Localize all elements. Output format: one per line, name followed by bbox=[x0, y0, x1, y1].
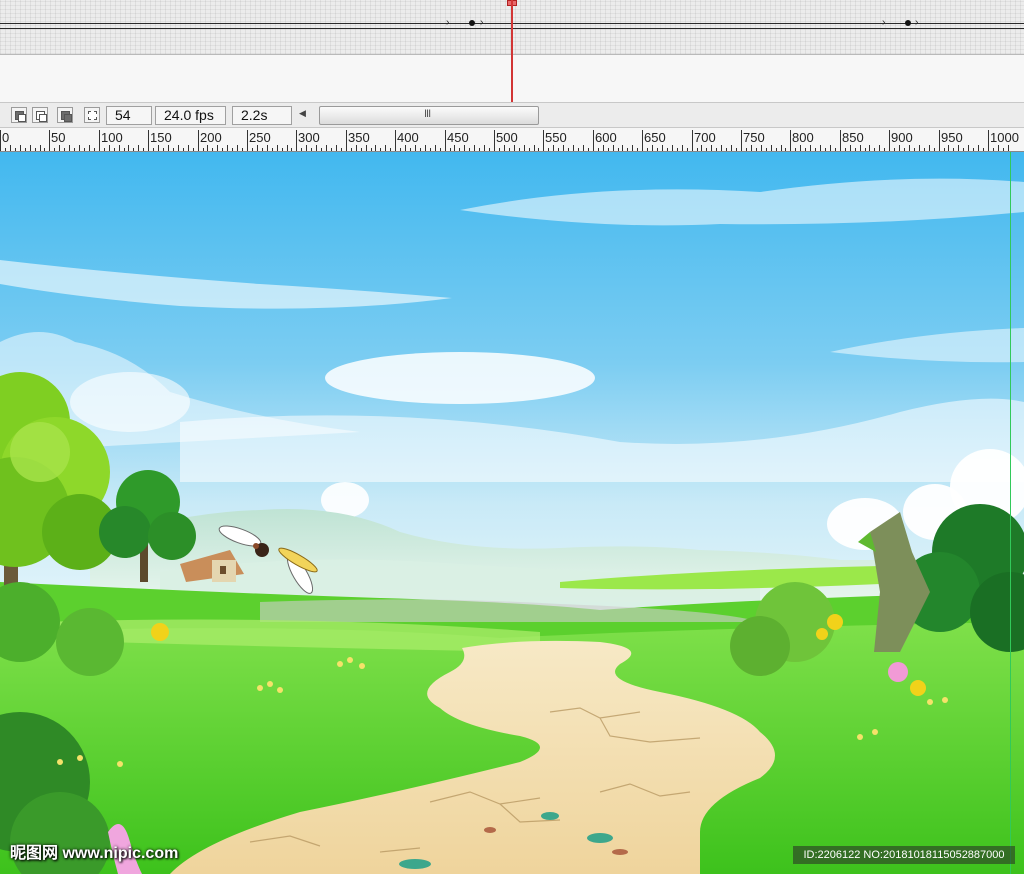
ruler-label: 650 bbox=[644, 130, 666, 145]
frame-rate-field[interactable]: 24.0 fps bbox=[155, 106, 226, 125]
watermark-id: ID:2206122 NO:20181018115052887000 bbox=[793, 846, 1015, 864]
edit-multiple-frames-icon-front bbox=[64, 114, 72, 122]
tween-arrow-icon: › bbox=[480, 17, 484, 28]
vertical-guide-line[interactable] bbox=[1010, 152, 1011, 874]
onion-skin-icon-front bbox=[18, 114, 26, 122]
ruler-label: 500 bbox=[496, 130, 518, 145]
ruler-label: 600 bbox=[595, 130, 617, 145]
ruler-label: 700 bbox=[694, 130, 716, 145]
modify-onion-markers-icon bbox=[88, 111, 97, 120]
timeline-scrollbar-thumb[interactable]: III bbox=[319, 106, 539, 125]
ruler-label: 550 bbox=[545, 130, 567, 145]
landscape-illustration bbox=[0, 152, 1024, 874]
scrollbar-grip-icon: III bbox=[424, 108, 431, 120]
ruler-label: 100 bbox=[101, 130, 123, 145]
ruler-label: 150 bbox=[150, 130, 172, 145]
ruler-label: 950 bbox=[941, 130, 963, 145]
playhead-line[interactable] bbox=[511, 0, 513, 102]
ruler-label: 250 bbox=[249, 130, 271, 145]
ruler-label: 350 bbox=[348, 130, 370, 145]
ruler-label: 0 bbox=[2, 130, 10, 145]
tween-arrow-icon: › bbox=[915, 17, 919, 28]
ruler-label: 750 bbox=[743, 130, 765, 145]
ruler-label: 50 bbox=[51, 130, 66, 145]
edit-multiple-frames-button[interactable] bbox=[57, 107, 73, 123]
keyframe-marker[interactable] bbox=[469, 20, 475, 26]
ruler-label: 450 bbox=[447, 130, 469, 145]
ruler-label: 900 bbox=[891, 130, 913, 145]
ruler-label: 1000 bbox=[990, 130, 1019, 145]
stage-canvas[interactable] bbox=[0, 152, 1024, 874]
watermark-logo: 昵图网 www.nipic.com bbox=[10, 845, 179, 862]
ruler-label: 300 bbox=[298, 130, 320, 145]
ruler-label: 200 bbox=[200, 130, 222, 145]
onion-skin-button[interactable] bbox=[11, 107, 27, 123]
ruler-label: 800 bbox=[792, 130, 814, 145]
onion-skin-outlines-button[interactable] bbox=[32, 107, 48, 123]
tween-arrow-icon: › bbox=[446, 17, 450, 28]
tween-arrow-icon: › bbox=[882, 17, 886, 28]
timeline-status-bar: 54 24.0 fps 2.2s ◀ III bbox=[0, 102, 1024, 128]
elapsed-time-field: 2.2s bbox=[232, 106, 292, 125]
modify-onion-markers-button[interactable] bbox=[84, 107, 100, 123]
horizontal-ruler: 0 50 100 150 200 250 300 350 400 450 500 550 600 650 7… bbox=[0, 128, 1024, 152]
ruler-label: 850 bbox=[842, 130, 864, 145]
current-frame-field[interactable]: 54 bbox=[106, 106, 152, 125]
onion-skin-outlines-icon-front bbox=[39, 114, 47, 122]
ruler-label: 400 bbox=[397, 130, 419, 145]
scroll-left-arrow-icon[interactable]: ◀ bbox=[299, 108, 306, 119]
timeline-panel[interactable]: › › › › bbox=[0, 0, 1024, 102]
keyframe-marker[interactable] bbox=[905, 20, 911, 26]
